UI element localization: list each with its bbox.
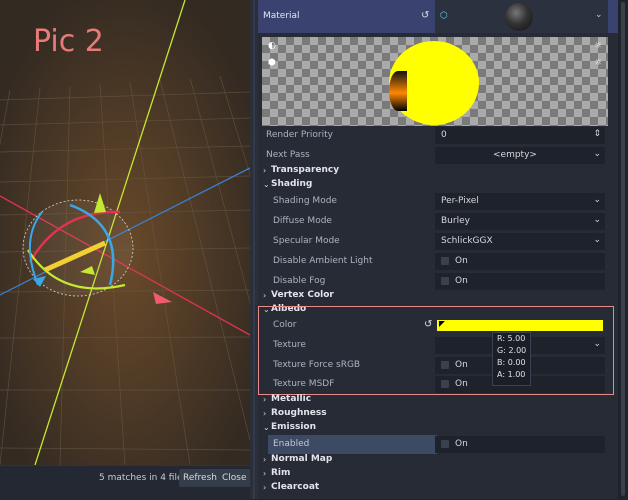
chevron-right-icon: › — [263, 291, 267, 300]
emission-enabled-row: Enabled On — [258, 435, 618, 454]
inspector-scrollbar[interactable] — [618, 0, 628, 499]
section-emission[interactable]: ⌄ Emission — [258, 421, 618, 435]
chevron-down-icon: ⌄ — [593, 235, 601, 245]
specular-mode-label: Specular Mode — [273, 236, 340, 246]
checkbox-icon[interactable] — [441, 257, 449, 265]
viewport-scene — [0, 0, 250, 465]
material-label: Material — [263, 11, 300, 21]
section-shading[interactable]: ⌄ Shading — [258, 178, 618, 192]
light-toggle-icon[interactable]: ◐ — [268, 41, 276, 51]
disable-fog-checkbox[interactable]: On — [435, 273, 605, 290]
section-title: Shading — [271, 179, 313, 189]
3d-viewport[interactable]: Pic 2 — [0, 0, 250, 465]
next-pass-row: Next Pass <empty> ⌄ — [258, 146, 618, 165]
specular-mode-select[interactable]: SchlickGGX ⌄ — [435, 233, 605, 250]
disable-ambient-light-row: Disable Ambient Light On — [258, 252, 618, 271]
diffuse-mode-row: Diffuse Mode Burley ⌄ — [258, 212, 618, 231]
section-title: Emission — [271, 422, 316, 432]
section-transparency[interactable]: › Transparency — [258, 164, 618, 178]
section-vertex-color[interactable]: › Vertex Color — [258, 289, 618, 303]
scrollbar-thumb[interactable] — [621, 2, 625, 496]
chevron-down-icon: ⌄ — [593, 195, 601, 205]
checkbox-icon[interactable] — [441, 277, 449, 285]
material-resource-picker[interactable]: ⬡ ⌄ — [435, 0, 608, 33]
sun-alt-icon[interactable]: ☼ — [594, 58, 602, 68]
chevron-right-icon: › — [263, 166, 267, 175]
diffuse-mode-select[interactable]: Burley ⌄ — [435, 213, 605, 230]
chevron-down-icon: ⌄ — [263, 180, 270, 189]
render-priority-row: Render Priority 0 ⇕ — [258, 126, 618, 145]
match-count: 5 matches in 4 files — [99, 473, 188, 483]
section-title: Metallic — [271, 394, 312, 404]
specular-mode-value: SchlickGGX — [441, 236, 493, 246]
disable-fog-label: Disable Fog — [273, 276, 326, 286]
albedo-highlight-box — [258, 306, 614, 395]
tooltip-b: B: 0.00 — [497, 358, 526, 367]
section-title: Normal Map — [271, 454, 333, 464]
section-title: Rim — [271, 468, 291, 478]
tooltip-g: G: 2.00 — [497, 346, 527, 355]
material-property-row[interactable]: Material ↺ ⬡ ⌄ — [258, 0, 618, 33]
chevron-down-icon[interactable]: ⌄ — [595, 10, 603, 20]
render-priority-value: 0 — [441, 130, 447, 140]
preview-sphere-shadow — [389, 71, 407, 111]
spin-arrows-icon[interactable]: ⇕ — [593, 129, 601, 139]
checkbox-text: On — [455, 256, 468, 266]
chevron-down-icon[interactable]: ⌄ — [593, 149, 601, 159]
chevron-right-icon: › — [263, 395, 267, 404]
section-roughness[interactable]: › Roughness — [258, 407, 618, 421]
find-results-bar: 5 matches in 4 files Refresh Close — [0, 465, 251, 500]
section-metallic[interactable]: › Metallic — [258, 393, 618, 407]
section-rim[interactable]: › Rim — [258, 467, 618, 481]
close-button[interactable]: Close — [218, 469, 251, 487]
section-title: Vertex Color — [271, 290, 334, 300]
section-title: Clearcoat — [271, 482, 320, 492]
checkbox-icon[interactable] — [441, 440, 449, 448]
refresh-button[interactable]: Refresh — [179, 469, 221, 487]
panel-splitter[interactable] — [250, 0, 258, 499]
section-title: Transparency — [271, 165, 340, 175]
checkbox-text: On — [455, 439, 468, 449]
shading-mode-value: Per-Pixel — [441, 196, 479, 206]
disable-ambient-light-checkbox[interactable]: On — [435, 253, 605, 270]
emission-enabled-label: Enabled — [273, 439, 310, 449]
tooltip-r: R: 5.00 — [497, 334, 526, 343]
chevron-right-icon: › — [263, 455, 267, 464]
shading-mode-label: Shading Mode — [273, 196, 337, 206]
section-normal-map[interactable]: › Normal Map — [258, 453, 618, 467]
next-pass-label: Next Pass — [266, 150, 310, 160]
overlay-label: Pic 2 — [33, 24, 104, 59]
color-value-tooltip: R: 5.00 G: 2.00 B: 0.00 A: 1.00 — [492, 332, 531, 386]
section-clearcoat[interactable]: › Clearcoat — [258, 481, 618, 495]
revert-icon[interactable]: ↺ — [421, 10, 429, 21]
checkbox-text: On — [455, 276, 468, 286]
render-priority-spinbox[interactable]: 0 ⇕ — [435, 127, 605, 144]
chevron-down-icon: ⌄ — [593, 215, 601, 225]
mesh-toggle-icon[interactable]: ⬢ — [268, 58, 276, 68]
disable-ambient-light-label: Disable Ambient Light — [273, 256, 373, 266]
shading-mode-select[interactable]: Per-Pixel ⌄ — [435, 193, 605, 210]
diffuse-mode-value: Burley — [441, 216, 470, 226]
material-resource-icon: ⬡ — [440, 11, 448, 21]
chevron-right-icon: › — [263, 409, 267, 418]
diffuse-mode-label: Diffuse Mode — [273, 216, 332, 226]
tooltip-a: A: 1.00 — [497, 370, 526, 379]
next-pass-picker[interactable]: <empty> ⌄ — [435, 147, 605, 164]
material-thumbnail — [505, 3, 533, 31]
material-preview: ◐ ⬢ ☼ ☼ — [262, 37, 608, 126]
shading-mode-row: Shading Mode Per-Pixel ⌄ — [258, 192, 618, 211]
chevron-right-icon: › — [263, 469, 267, 478]
render-priority-label: Render Priority — [266, 130, 333, 140]
chevron-down-icon: ⌄ — [263, 423, 270, 432]
emission-enabled-checkbox[interactable]: On — [435, 436, 605, 453]
chevron-right-icon: › — [263, 483, 267, 492]
next-pass-value: <empty> — [493, 150, 537, 160]
sun-icon[interactable]: ☼ — [594, 41, 602, 51]
specular-mode-row: Specular Mode SchlickGGX ⌄ — [258, 232, 618, 251]
section-title: Roughness — [271, 408, 327, 418]
